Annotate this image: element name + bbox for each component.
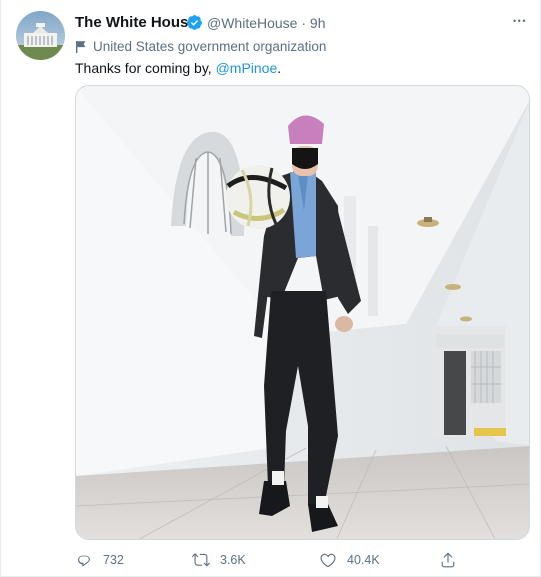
more-options-icon: ••• — [513, 16, 527, 26]
tweet-actions: 732 3.6K 40.4K — [75, 548, 495, 572]
handle[interactable]: @WhiteHouse — [207, 15, 297, 31]
retweet-button[interactable]: 3.6K — [192, 548, 246, 572]
heart-icon — [320, 553, 336, 568]
timestamp[interactable]: 9h — [310, 15, 326, 31]
share-icon — [441, 552, 455, 568]
avatar[interactable] — [16, 11, 65, 60]
video-media[interactable] — [75, 85, 530, 540]
like-count: 40.4K — [347, 553, 380, 567]
account-label[interactable]: United States government organization — [75, 37, 326, 55]
retweet-count: 3.6K — [220, 553, 246, 567]
handle-and-time[interactable]: @WhiteHouse · 9h — [207, 15, 326, 31]
reply-button[interactable]: 732 — [75, 548, 124, 572]
like-button[interactable]: 40.4K — [319, 548, 380, 572]
verified-badge-icon — [187, 15, 202, 30]
tweet-text-body: Thanks for coming by, — [75, 60, 216, 76]
flag-icon — [76, 40, 86, 53]
share-button[interactable] — [439, 548, 467, 572]
display-name[interactable]: The White House — [75, 14, 197, 31]
tweet-text: Thanks for coming by, @mPinoe. — [75, 60, 281, 76]
tweet-card[interactable]: The White House @WhiteHouse · 9h ••• Uni… — [0, 0, 541, 577]
more-options-button[interactable]: ••• — [509, 10, 531, 32]
separator: · — [301, 15, 307, 31]
account-label-text: United States government organization — [93, 38, 327, 54]
retweet-icon — [192, 553, 210, 567]
tweet-text-end: . — [277, 60, 282, 76]
reply-count: 732 — [103, 553, 124, 567]
reply-icon — [78, 555, 90, 567]
mention-link[interactable]: @mPinoe — [216, 60, 278, 76]
video-frame — [76, 86, 529, 539]
